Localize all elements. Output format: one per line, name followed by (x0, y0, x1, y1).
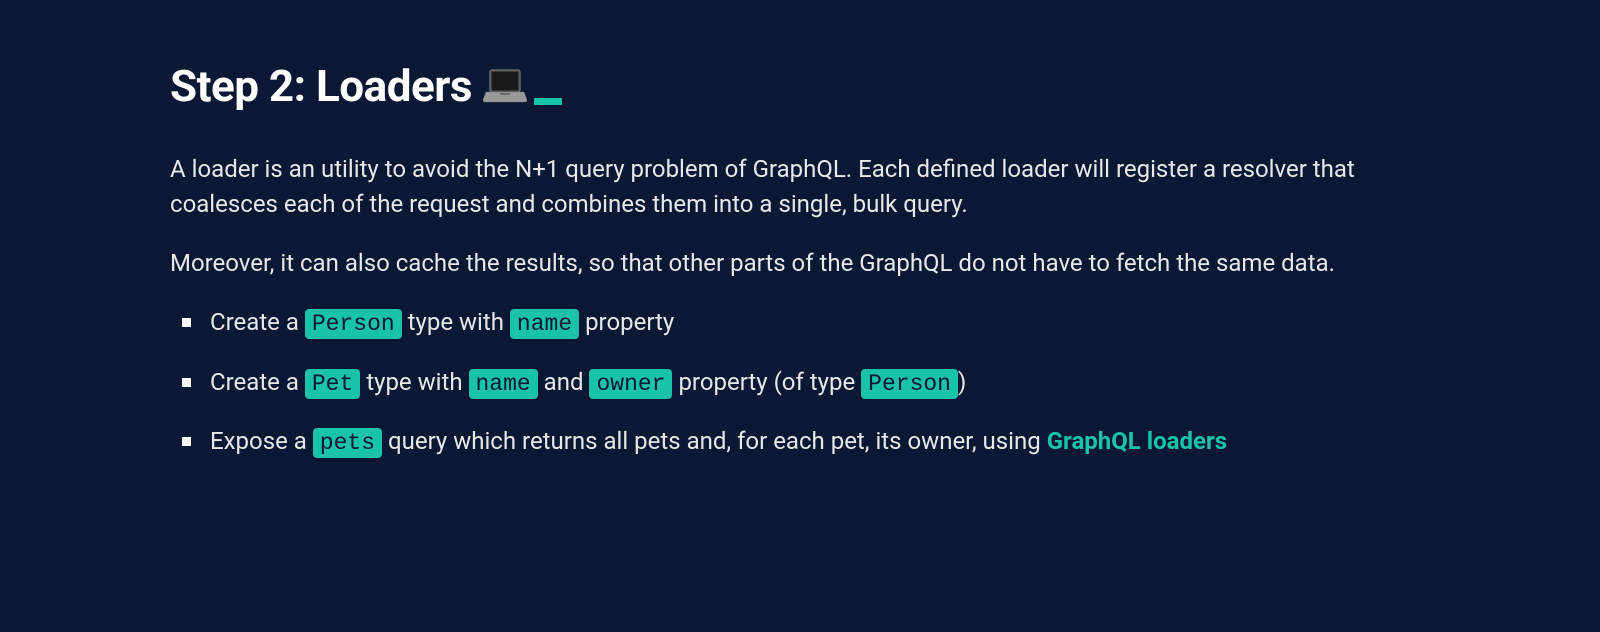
laptop-icon (482, 68, 528, 104)
paragraph-2: Moreover, it can also cache the results,… (170, 246, 1430, 281)
heading-text: Step 2: Loaders (170, 60, 472, 112)
code-token: owner (589, 369, 672, 399)
code-token: Person (861, 369, 958, 399)
list-item: Expose a pets query which returns all pe… (182, 423, 1430, 461)
graphql-loaders-link[interactable]: GraphQL loaders (1047, 427, 1227, 455)
paragraph-1: A loader is an utility to avoid the N+1 … (170, 152, 1430, 222)
code-token: name (510, 309, 579, 339)
slide-heading: Step 2: Loaders (170, 60, 1430, 112)
bullet-list: Create a Person type with name property … (170, 304, 1430, 461)
list-item: Create a Person type with name property (182, 304, 1430, 342)
code-token: Pet (305, 369, 360, 399)
list-item: Create a Pet type with name and owner pr… (182, 364, 1430, 402)
code-token: Person (305, 309, 402, 339)
code-token: pets (313, 428, 382, 458)
cursor-icon (534, 98, 562, 105)
code-token: name (469, 369, 538, 399)
